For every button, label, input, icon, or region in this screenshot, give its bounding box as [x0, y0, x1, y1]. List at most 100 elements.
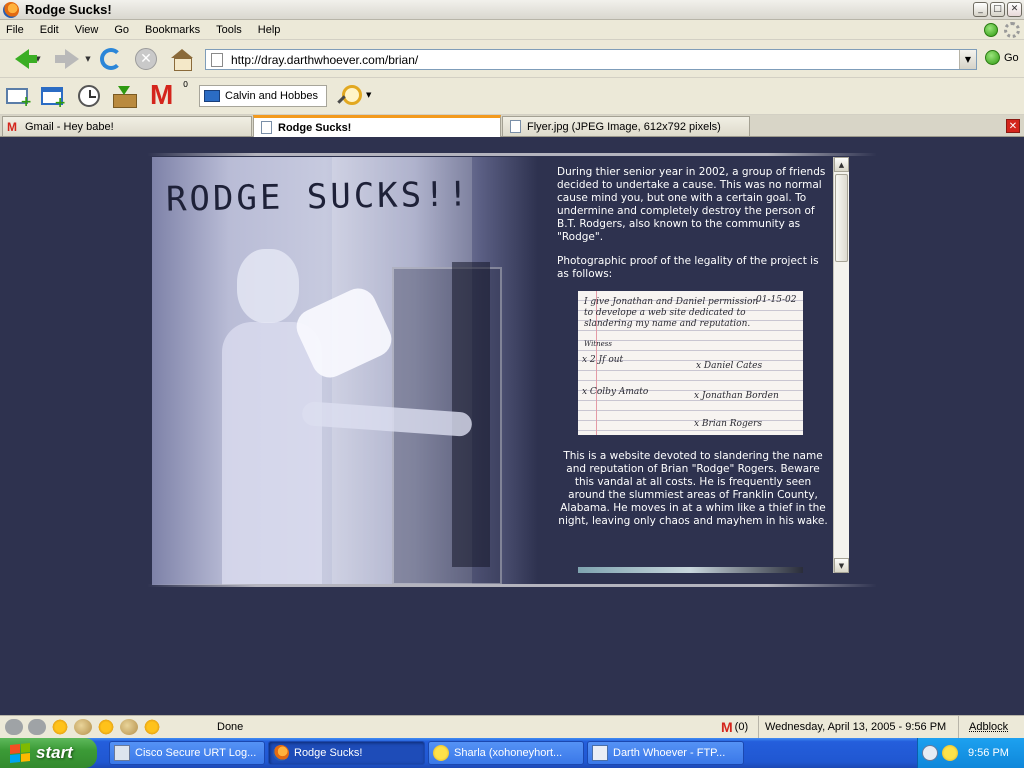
menu-bookmarks[interactable]: Bookmarks: [137, 24, 208, 36]
windows-taskbar: start Cisco Secure URT Log... Rodge Suck…: [0, 738, 1024, 768]
clock-icon: [78, 85, 100, 107]
rain-cloud-icon[interactable]: [5, 719, 23, 735]
scroll-down-button[interactable]: ▼: [834, 558, 849, 573]
forward-button[interactable]: ▼: [52, 46, 92, 72]
home-icon: [171, 49, 193, 71]
forward-dropdown-icon[interactable]: ▼: [85, 55, 90, 63]
photo-person-body: [222, 322, 322, 585]
maximize-button[interactable]: □: [990, 2, 1005, 17]
bookmark-label: Calvin and Hobbes: [225, 90, 318, 102]
status-bar: Done M (0) Wednesday, April 13, 2005 - 9…: [0, 715, 1024, 738]
history-button[interactable]: [76, 83, 102, 109]
messenger-tray-icon[interactable]: [942, 745, 958, 761]
tab-label: Rodge Sucks!: [278, 121, 352, 134]
tab-label: Flyer.jpg (JPEG Image, 612x792 pixels): [527, 120, 721, 133]
window-title: Rodge Sucks!: [25, 2, 112, 17]
menu-file[interactable]: File: [0, 24, 32, 36]
taskbar-item-cisco[interactable]: Cisco Secure URT Log...: [109, 741, 265, 765]
windows-logo-icon: [10, 742, 30, 764]
cookie-icon[interactable]: [74, 719, 92, 735]
tab-bar: M Gmail - Hey babe! Rodge Sucks! Flyer.j…: [0, 115, 1024, 137]
menu-view[interactable]: View: [67, 24, 107, 36]
text-frame: During thier senior year in 2002, a grou…: [553, 157, 833, 573]
minimize-button[interactable]: _: [973, 2, 988, 17]
bookmark-folder-icon: [204, 90, 220, 102]
url-history-dropdown[interactable]: ▼: [959, 50, 976, 69]
slip-signature-5: x Brian Rogers: [694, 419, 762, 429]
page-tab-icon: [261, 121, 272, 134]
sun-icon[interactable]: [51, 719, 69, 735]
slip-signature-1: x Daniel Cates: [696, 361, 763, 371]
tray-expand-icon[interactable]: [922, 745, 938, 761]
tab-rodge-sucks[interactable]: Rodge Sucks!: [253, 115, 501, 137]
stop-button[interactable]: ✕: [133, 46, 159, 72]
new-tab-icon: [6, 88, 32, 110]
status-gmail-notifier[interactable]: M (0): [721, 719, 748, 735]
reload-icon: [100, 48, 122, 70]
system-tray: 9:56 PM: [917, 738, 1024, 768]
menu-go[interactable]: Go: [106, 24, 137, 36]
start-button[interactable]: start: [0, 738, 97, 768]
back-arrow-icon: [15, 49, 38, 69]
storm-cloud-icon[interactable]: [28, 719, 46, 735]
intro-paragraph: During thier senior year in 2002, a grou…: [557, 166, 826, 243]
tab-gmail[interactable]: M Gmail - Hey babe!: [2, 116, 252, 136]
cookie-icon-2[interactable]: [120, 719, 138, 735]
tab-label: Gmail - Hey babe!: [25, 120, 114, 133]
search-button[interactable]: [334, 83, 362, 109]
window-controls: _ □ ✕: [973, 2, 1022, 17]
task-label: Darth Whoever - FTP...: [613, 747, 726, 759]
logo-green: [20, 742, 30, 753]
permission-slip-image: 01-15-02 I give Jonathan and Daniel perm…: [578, 291, 803, 435]
close-button[interactable]: ✕: [1007, 2, 1022, 17]
url-text[interactable]: http://dray.darthwhoever.com/brian/: [231, 53, 418, 67]
page-heading: RODGE SUCKS!!: [165, 174, 472, 220]
scroll-up-button[interactable]: ▲: [834, 157, 849, 172]
new-window-button[interactable]: [39, 83, 66, 111]
sun-icon-2[interactable]: [97, 719, 115, 735]
taskbar-item-ftp[interactable]: Darth Whoever - FTP...: [587, 741, 744, 765]
logo-red: [10, 744, 20, 754]
tab-flyer[interactable]: Flyer.jpg (JPEG Image, 612x792 pixels): [502, 116, 750, 136]
close-tab-button[interactable]: ✕: [1006, 119, 1020, 133]
downloads-button[interactable]: [111, 83, 137, 109]
text-frame-scrollbar[interactable]: ▲ ▼: [833, 157, 849, 573]
reload-button[interactable]: [98, 46, 124, 72]
scroll-thumb[interactable]: [835, 174, 848, 262]
gmail-tab-icon: M: [7, 119, 17, 134]
slip-line1: I give Jonathan and Daniel permission: [584, 297, 759, 307]
firefox-icon: [3, 1, 19, 18]
new-tab-button[interactable]: [4, 83, 32, 110]
taskbar-item-rodge-sucks[interactable]: Rodge Sucks!: [268, 741, 425, 765]
adblock-button[interactable]: Adblock: [958, 716, 1008, 738]
gmail-button[interactable]: [148, 79, 182, 111]
slip-witness: Witness: [584, 340, 612, 348]
gmail-count: 0: [183, 80, 189, 89]
go-button[interactable]: Go: [985, 50, 1019, 65]
menu-bar: File Edit View Go Bookmarks Tools Help: [0, 20, 1024, 40]
back-button[interactable]: ▼: [8, 46, 48, 72]
slip-line2: to develope a web site dedicated to: [584, 308, 746, 318]
banner-bottom-rule: [147, 584, 877, 587]
ftp-window-icon: [592, 745, 608, 761]
throbber-icon: [1004, 22, 1020, 38]
gmail-icon: [150, 79, 180, 111]
logo-blue: [10, 753, 20, 764]
page-icon: [211, 52, 223, 67]
slip-date: 01-15-02: [756, 295, 797, 305]
status-datetime: Wednesday, April 13, 2005 - 9:56 PM: [758, 716, 946, 738]
menu-edit[interactable]: Edit: [32, 24, 67, 36]
home-button[interactable]: [169, 46, 195, 72]
sun-icon-3[interactable]: [143, 719, 161, 735]
task-label: Cisco Secure URT Log...: [135, 747, 257, 759]
url-field[interactable]: http://dray.darthwhoever.com/brian/ ▼: [205, 49, 977, 70]
proof-paragraph: Photographic proof of the legality of th…: [557, 255, 819, 280]
menu-tools[interactable]: Tools: [208, 24, 250, 36]
update-icon[interactable]: [984, 23, 998, 37]
window-titlebar: Rodge Sucks! _ □ ✕: [0, 0, 1024, 20]
bookmark-calvin-and-hobbes[interactable]: Calvin and Hobbes: [199, 85, 327, 107]
bookmarks-toolbar: ▼: [0, 79, 1024, 115]
search-dropdown-icon[interactable]: ▼: [366, 91, 371, 99]
menu-help[interactable]: Help: [250, 24, 289, 36]
taskbar-item-sharla[interactable]: Sharla (xohoneyhort...: [428, 741, 584, 765]
